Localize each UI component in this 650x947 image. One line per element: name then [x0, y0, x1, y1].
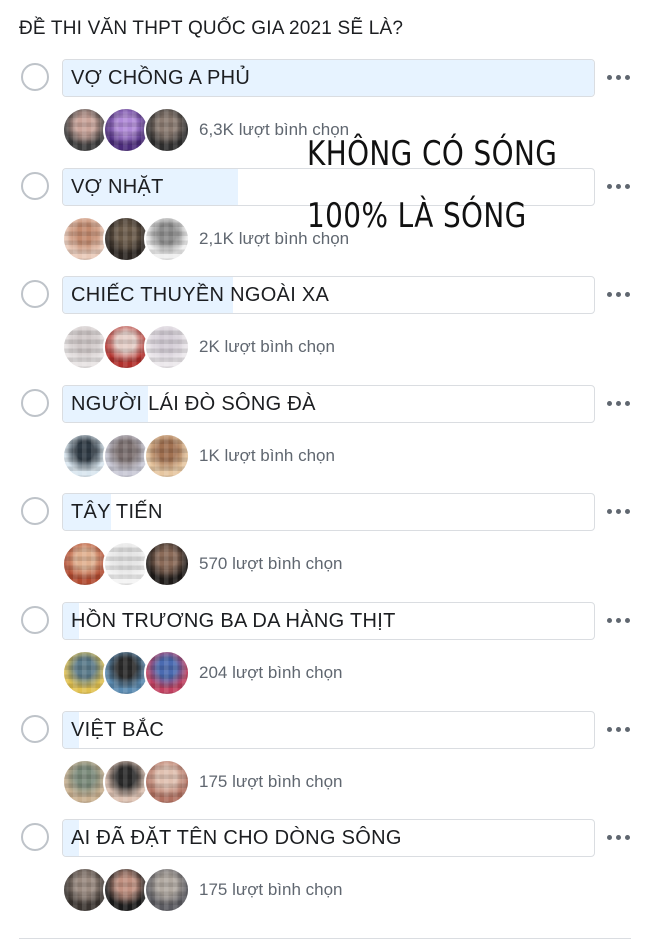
avatar[interactable]	[103, 759, 149, 805]
divider	[19, 938, 631, 939]
avatar[interactable]	[103, 324, 149, 370]
avatar[interactable]	[103, 867, 149, 913]
avatar[interactable]	[62, 541, 108, 587]
poll-option: NGƯỜI LÁI ĐÒ SÔNG ĐÀ 1K lượt bình chọn	[0, 385, 650, 493]
poll-option-label: NGƯỜI LÁI ĐÒ SÔNG ĐÀ	[71, 393, 316, 415]
avatar[interactable]	[62, 433, 108, 479]
more-options-icon[interactable]	[602, 825, 634, 849]
poll-option-bar[interactable]: NGƯỜI LÁI ĐÒ SÔNG ĐÀ	[62, 385, 595, 423]
poll-option: TÂY TIẾN 570 lượt bình chọn	[0, 493, 650, 601]
poll-option-bar[interactable]: VỢ CHỒNG A PHỦ	[62, 59, 595, 97]
poll-option-label: VIỆT BẮC	[71, 719, 165, 741]
poll-option-label: CHIẾC THUYỀN NGOÀI XA	[71, 284, 330, 306]
poll-question: ĐỀ THI VĂN THPT QUỐC GIA 2021 SẼ LÀ?	[19, 18, 404, 39]
more-options-icon[interactable]	[602, 499, 634, 523]
avatar[interactable]	[103, 541, 149, 587]
voter-avatars: 204 lượt bình chọn	[62, 648, 343, 698]
poll-option-label: VỢ CHỒNG A PHỦ	[71, 67, 251, 89]
avatar[interactable]	[62, 650, 108, 696]
voter-avatars: 570 lượt bình chọn	[62, 539, 343, 589]
poll-option-bar[interactable]: VIỆT BẮC	[62, 711, 595, 749]
more-options-icon[interactable]	[602, 608, 634, 632]
avatar[interactable]	[103, 433, 149, 479]
radio-button-icon[interactable]	[21, 497, 49, 525]
vote-count[interactable]: 570 lượt bình chọn	[199, 554, 343, 574]
poll-option-label: HỒN TRƯƠNG BA DA HÀNG THỊT	[71, 610, 396, 632]
vote-count[interactable]: 1K lượt bình chọn	[199, 446, 335, 466]
voter-avatars: 2K lượt bình chọn	[62, 322, 335, 372]
poll-option-bar[interactable]: HỒN TRƯƠNG BA DA HÀNG THỊT	[62, 602, 595, 640]
avatar[interactable]	[144, 759, 190, 805]
vote-count[interactable]: 175 lượt bình chọn	[199, 880, 343, 900]
avatar[interactable]	[103, 650, 149, 696]
poll-option-label: AI ĐÃ ĐẶT TÊN CHO DÒNG SÔNG	[71, 827, 402, 849]
more-options-icon[interactable]	[602, 717, 634, 741]
radio-button-icon[interactable]	[21, 280, 49, 308]
avatar[interactable]	[144, 107, 190, 153]
poll-option: AI ĐÃ ĐẶT TÊN CHO DÒNG SÔNG 175 lượt bình…	[0, 819, 650, 927]
voter-avatars: 1K lượt bình chọn	[62, 431, 335, 481]
overlay-caption-line-2: 100% LÀ SÓNG	[307, 196, 527, 236]
avatar[interactable]	[62, 107, 108, 153]
avatar[interactable]	[62, 324, 108, 370]
poll-option: HỒN TRƯƠNG BA DA HÀNG THỊT 204 lượt bình …	[0, 602, 650, 710]
avatar[interactable]	[103, 216, 149, 262]
overlay-caption-line-1: KHÔNG CÓ SÓNG	[307, 134, 558, 174]
avatar[interactable]	[144, 324, 190, 370]
poll-option-label: VỢ NHẶT	[71, 176, 164, 198]
radio-button-icon[interactable]	[21, 63, 49, 91]
avatar[interactable]	[103, 107, 149, 153]
more-options-icon[interactable]	[602, 391, 634, 415]
avatar[interactable]	[62, 759, 108, 805]
vote-count[interactable]: 204 lượt bình chọn	[199, 663, 343, 683]
poll-option: CHIẾC THUYỀN NGOÀI XA 2K lượt bình chọn	[0, 276, 650, 384]
poll-option-label: TÂY TIẾN	[71, 501, 163, 523]
poll-option-bar[interactable]: TÂY TIẾN	[62, 493, 595, 531]
radio-button-icon[interactable]	[21, 172, 49, 200]
avatar[interactable]	[62, 216, 108, 262]
avatar[interactable]	[144, 650, 190, 696]
radio-button-icon[interactable]	[21, 389, 49, 417]
avatar[interactable]	[144, 541, 190, 587]
avatar[interactable]	[62, 867, 108, 913]
avatar[interactable]	[144, 867, 190, 913]
poll-option: VIỆT BẮC 175 lượt bình chọn	[0, 711, 650, 819]
more-options-icon[interactable]	[602, 174, 634, 198]
avatar[interactable]	[144, 433, 190, 479]
more-options-icon[interactable]	[602, 282, 634, 306]
poll-option-bar[interactable]: AI ĐÃ ĐẶT TÊN CHO DÒNG SÔNG	[62, 819, 595, 857]
avatar[interactable]	[144, 216, 190, 262]
vote-count[interactable]: 2K lượt bình chọn	[199, 337, 335, 357]
vote-count[interactable]: 175 lượt bình chọn	[199, 772, 343, 792]
radio-button-icon[interactable]	[21, 823, 49, 851]
more-options-icon[interactable]	[602, 65, 634, 89]
radio-button-icon[interactable]	[21, 606, 49, 634]
voter-avatars: 175 lượt bình chọn	[62, 757, 343, 807]
voter-avatars: 175 lượt bình chọn	[62, 865, 343, 915]
poll-option-bar[interactable]: CHIẾC THUYỀN NGOÀI XA	[62, 276, 595, 314]
radio-button-icon[interactable]	[21, 715, 49, 743]
